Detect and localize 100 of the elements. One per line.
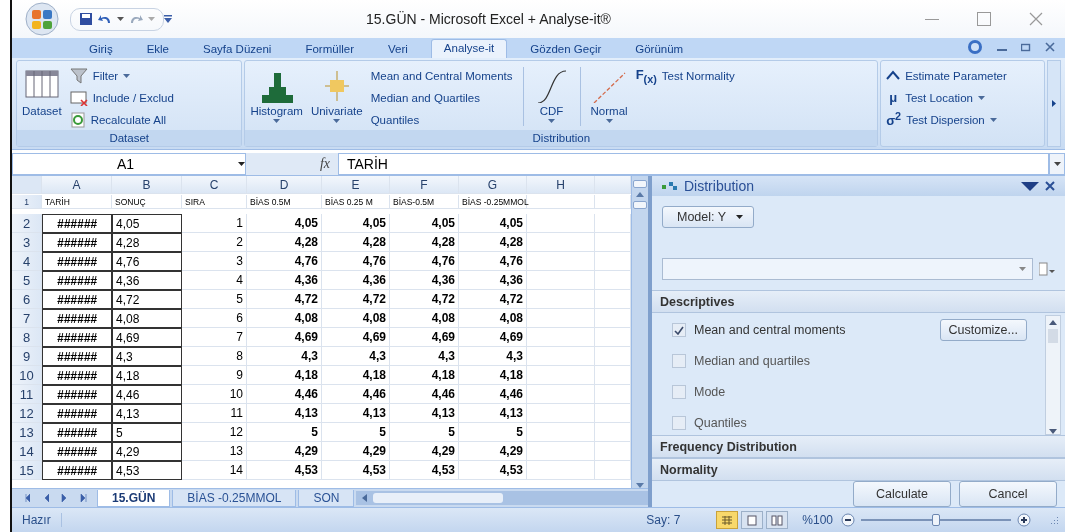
column-header[interactable]: A — [42, 176, 112, 194]
ribbon-tab[interactable]: Gözden Geçir — [530, 41, 602, 58]
scroll-thumb[interactable] — [373, 493, 504, 503]
column-header[interactable]: H — [527, 176, 595, 194]
ribbon-button[interactable]: Mean and Central Moments — [368, 67, 515, 84]
ribbon-button[interactable]: Recalculate All — [67, 111, 176, 128]
table-cell: 4,76 — [459, 252, 527, 271]
column-header[interactable]: D — [247, 176, 322, 194]
row-header[interactable]: 15 — [12, 461, 42, 480]
name-box[interactable]: A1 — [12, 153, 246, 175]
ribbon-tab[interactable]: Analyse-it — [430, 39, 508, 58]
checkbox[interactable] — [672, 323, 686, 337]
ribbon-button[interactable]: Histogram — [248, 65, 305, 125]
ribbon-tab[interactable]: Veri — [388, 41, 408, 58]
row-header[interactable]: 13 — [12, 423, 42, 442]
view-button[interactable] — [716, 511, 739, 529]
ribbon-button[interactable]: Normal — [588, 65, 630, 125]
scroll-bar[interactable] — [1045, 315, 1061, 435]
ribbon-tab[interactable]: Giriş — [89, 41, 113, 58]
table-cell: 4,28 — [247, 233, 322, 252]
table-cell: 4,3 — [247, 347, 322, 366]
row-header[interactable]: 10 — [12, 366, 42, 385]
row-header[interactable]: 3 — [12, 233, 42, 252]
sheet-tab[interactable]: 15.GÜN — [97, 489, 171, 507]
customize-button[interactable]: Customize... — [939, 319, 1027, 341]
scroll-bar[interactable] — [356, 491, 648, 505]
help-icon[interactable] — [967, 39, 983, 55]
ribbon-button[interactable]: Filter — [67, 67, 176, 84]
grid-dropdown-icon[interactable] — [1039, 262, 1055, 276]
view-button[interactable] — [766, 511, 789, 529]
scroll-thumb[interactable] — [633, 201, 647, 209]
column-header[interactable]: E — [322, 176, 390, 194]
row-header[interactable]: 4 — [12, 252, 42, 271]
row-header[interactable]: 1 — [12, 195, 42, 209]
model-dropdown[interactable]: Model: Y — [662, 206, 755, 228]
sheet-tab[interactable]: SON — [298, 489, 355, 507]
column-header[interactable]: C — [182, 176, 247, 194]
dropdown-icon[interactable] — [1021, 181, 1039, 191]
save-icon[interactable] — [79, 12, 93, 26]
ribbon-button[interactable]: Dataset — [20, 65, 64, 119]
sheet-nav-icon[interactable] — [77, 494, 87, 502]
ribbon-tab[interactable]: Formüller — [305, 41, 354, 58]
checkbox[interactable] — [672, 385, 686, 399]
section-header[interactable]: Normality — [652, 458, 1065, 481]
expand-button[interactable] — [1049, 153, 1065, 175]
ribbon-tab[interactable]: Görünüm — [635, 41, 684, 58]
row-header[interactable]: 2 — [12, 214, 42, 233]
row-header[interactable]: 7 — [12, 309, 42, 328]
column-header[interactable]: G — [459, 176, 527, 194]
table-cell: 4,76 — [390, 252, 459, 271]
ribbon-button[interactable]: μ Test Location — [884, 89, 1009, 106]
customize-icon[interactable] — [164, 15, 172, 23]
table-cell: 8 — [182, 347, 247, 366]
close-icon[interactable] — [1045, 42, 1055, 52]
ribbon-button[interactable]: Median and Quartiles — [368, 89, 515, 106]
combo-field[interactable] — [662, 258, 1033, 280]
sheet-tab[interactable]: BİAS -0.25MMOL — [172, 489, 297, 507]
close-icon[interactable] — [1029, 12, 1043, 26]
checkbox[interactable] — [672, 354, 686, 368]
scroll-bar[interactable] — [631, 176, 648, 488]
ribbon-button[interactable]: CDF — [531, 65, 572, 125]
row-header[interactable]: 11 — [12, 385, 42, 404]
row-header[interactable]: 5 — [12, 271, 42, 290]
dialog-button[interactable]: Calculate — [853, 481, 951, 507]
table-cell: 4,28 — [390, 233, 459, 252]
section-header[interactable]: Frequency Distribution — [652, 435, 1065, 458]
undo-icon[interactable] — [98, 13, 112, 25]
resize-grip-icon — [1049, 515, 1059, 525]
formula-field[interactable]: TARİH — [338, 153, 1049, 175]
ribbon-button[interactable]: Univariate — [308, 65, 365, 125]
ribbon-tab[interactable]: Ekle — [146, 41, 169, 58]
row-header[interactable]: 9 — [12, 347, 42, 366]
ribbon-tab[interactable]: Sayfa Düzeni — [203, 41, 272, 58]
ribbon-button[interactable]: Include / Exclud — [67, 89, 176, 106]
ribbon-button[interactable]: F$_{(x)}$ Test Normality — [633, 67, 737, 84]
section-header[interactable]: Descriptives — [652, 290, 1065, 313]
dialog-button[interactable]: Cancel — [959, 481, 1057, 507]
ribbon-button[interactable]: Quantiles — [368, 111, 515, 128]
row-header[interactable]: 14 — [12, 442, 42, 461]
ribbon-button[interactable]: Estimate Parameter — [884, 67, 1009, 84]
checkbox[interactable] — [672, 416, 686, 430]
close-icon[interactable] — [1045, 181, 1055, 191]
redo-icon[interactable] — [129, 13, 143, 25]
zoom-out-icon[interactable] — [841, 513, 855, 527]
maximize-icon[interactable] — [977, 12, 991, 26]
ribbon-button[interactable]: σ$^{2}$ Test Dispersion — [884, 111, 1009, 128]
row-header[interactable]: 6 — [12, 290, 42, 309]
restore-icon[interactable] — [1021, 42, 1031, 52]
zoom-in-icon[interactable] — [1017, 513, 1031, 527]
arrow-left-icon — [362, 494, 368, 502]
table-cell: 4,3 — [112, 347, 182, 366]
column-header[interactable]: B — [112, 176, 182, 194]
column-header[interactable]: F — [390, 176, 459, 194]
split-box[interactable] — [633, 180, 647, 188]
view-button[interactable] — [741, 511, 764, 529]
slider-thumb[interactable] — [932, 514, 940, 526]
row-header[interactable]: 12 — [12, 404, 42, 423]
row-header[interactable]: 8 — [12, 328, 42, 347]
scroll-thumb[interactable] — [1048, 329, 1058, 343]
function-button[interactable]: fx — [250, 153, 338, 175]
